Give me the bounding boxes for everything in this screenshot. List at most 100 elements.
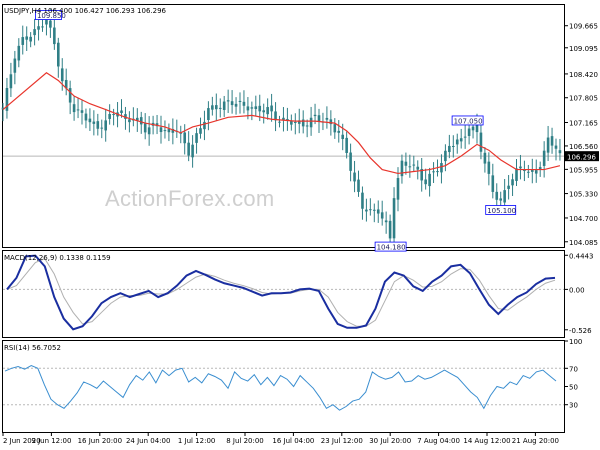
- price-tick-label: 109.095: [569, 45, 598, 53]
- candle-body: [139, 117, 143, 125]
- price-tick-label: 107.165: [569, 120, 598, 128]
- candle-body: [33, 29, 36, 36]
- candle-body: [9, 74, 13, 89]
- candle-body: [195, 133, 198, 143]
- rsi-tick-label: 30: [569, 402, 578, 410]
- candle-body: [163, 130, 167, 132]
- candle-body: [550, 136, 554, 146]
- macd-tick-label: -0.526: [569, 327, 592, 335]
- candle-body: [396, 178, 400, 200]
- price-tick-label: 104.085: [569, 239, 598, 247]
- x-tick-label: 24 Jun 04:00: [126, 437, 170, 445]
- macd-tick-label: 0.00: [569, 286, 585, 294]
- candle-body: [88, 118, 92, 123]
- price-tick-label: 105.955: [569, 166, 598, 174]
- x-tick-label: 9 Jun 12:00: [31, 437, 71, 445]
- candle-body: [258, 105, 262, 112]
- price-tick-label: 104.700: [569, 215, 598, 223]
- candle-body: [60, 68, 64, 82]
- candle-body: [226, 100, 230, 102]
- x-tick-label: 30 Jul 20:00: [369, 437, 411, 445]
- candle-body: [499, 198, 502, 201]
- candle-body: [313, 114, 317, 117]
- x-tick-label: 8 Jul 20:00: [226, 437, 264, 445]
- macd-title: MACD(12,26,9) 0.1338 0.1159: [4, 254, 111, 262]
- candle-body: [349, 152, 352, 171]
- candle-body: [558, 150, 562, 154]
- candle-body: [353, 172, 356, 182]
- candle-body: [143, 123, 147, 133]
- candle-body: [436, 171, 439, 173]
- candle-body: [440, 163, 443, 173]
- candle-body: [369, 209, 372, 211]
- rsi-line: [4, 365, 557, 411]
- price-candles: [1, 9, 562, 247]
- candle-body: [21, 37, 25, 45]
- candle-body: [120, 110, 123, 114]
- candle-body: [25, 36, 28, 40]
- candle-body: [104, 120, 107, 131]
- candle-body: [72, 104, 76, 113]
- candle-body: [211, 105, 214, 110]
- x-tick-label: 7 Aug 04:00: [417, 437, 460, 445]
- price-tick-label: 105.330: [569, 191, 598, 199]
- candle-body: [242, 101, 246, 106]
- x-tick-label: 14 Aug 12:00: [463, 437, 510, 445]
- candle-body: [29, 36, 32, 42]
- candle-body: [191, 144, 194, 158]
- annotation-label: 105.100: [487, 207, 516, 215]
- candle-body: [531, 169, 534, 172]
- candle-body: [100, 127, 104, 129]
- candle-body: [317, 115, 321, 122]
- candle-body: [337, 130, 341, 133]
- candle-body: [238, 100, 242, 103]
- x-tick-label: 16 Jun 20:00: [78, 437, 122, 445]
- candle-body: [234, 103, 238, 107]
- candle-body: [511, 179, 514, 186]
- candle-body: [49, 20, 52, 28]
- candle-body: [270, 105, 273, 112]
- price-chart-title: USDJPY,H4 106.400 106.427 106.293 106.29…: [4, 7, 167, 15]
- candle-body: [365, 209, 368, 212]
- candle-body: [487, 161, 491, 174]
- candle-body: [546, 137, 550, 153]
- candle-body: [475, 124, 479, 133]
- candle-body: [112, 114, 115, 116]
- candle-body: [96, 121, 100, 129]
- candle-body: [463, 136, 467, 138]
- candle-body: [503, 190, 506, 203]
- candle-body: [187, 142, 190, 156]
- candle-body: [218, 107, 222, 109]
- candle-body: [400, 160, 404, 177]
- watermark: ActionForex.com: [105, 186, 275, 211]
- rsi-tick-label: 100: [569, 338, 582, 346]
- macd-tick-label: 0.4443: [569, 252, 594, 260]
- candle-body: [246, 106, 250, 111]
- candle-body: [491, 175, 495, 192]
- candle-body: [325, 117, 329, 120]
- candle-body: [333, 124, 337, 133]
- x-tick-label: 1 Jul 12:00: [178, 437, 216, 445]
- candle-body: [215, 105, 218, 110]
- candle-body: [444, 150, 447, 162]
- candle-body: [76, 109, 80, 111]
- candle-body: [424, 179, 427, 185]
- candle-body: [128, 119, 131, 123]
- price-tick-label: 109.665: [569, 23, 598, 31]
- annotation-label: 104.180: [377, 243, 406, 251]
- price-tick-label: 106.560: [569, 143, 598, 151]
- candle-body: [53, 27, 56, 45]
- candle-body: [479, 132, 483, 152]
- candle-body: [412, 164, 416, 166]
- candle-body: [17, 45, 21, 61]
- price-tick-label: 107.805: [569, 95, 598, 103]
- candle-body: [455, 139, 459, 145]
- candle-body: [290, 121, 293, 125]
- candle-body: [361, 192, 364, 209]
- candle-body: [207, 108, 210, 121]
- candle-body: [527, 171, 530, 173]
- candle-body: [471, 126, 475, 131]
- candle-body: [357, 179, 360, 192]
- candle-body: [373, 209, 376, 211]
- candle-body: [515, 168, 518, 181]
